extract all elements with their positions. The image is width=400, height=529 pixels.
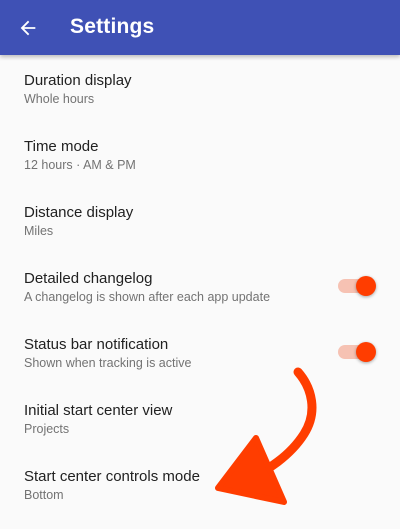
arrow-back-icon xyxy=(20,20,36,36)
setting-distance-display[interactable]: Distance display Miles xyxy=(0,187,400,253)
page-title: Settings xyxy=(70,15,155,38)
setting-duration-display[interactable]: Duration display Whole hours xyxy=(0,55,400,121)
status-bar-notification-switch[interactable] xyxy=(338,341,376,363)
detailed-changelog-switch[interactable] xyxy=(338,275,376,297)
back-button[interactable] xyxy=(8,8,48,48)
setting-title: Status bar notification xyxy=(24,336,169,353)
setting-summary: Bottom xyxy=(24,488,64,502)
setting-summary: 12 hours · AM & PM xyxy=(24,158,136,172)
setting-title: Start center controls mode xyxy=(24,468,200,485)
setting-detailed-changelog[interactable]: Detailed changelog A changelog is shown … xyxy=(0,253,400,319)
setting-summary: Shown when tracking is active xyxy=(24,356,192,370)
setting-summary: A changelog is shown after each app upda… xyxy=(24,290,271,304)
app-bar: Settings xyxy=(0,0,400,55)
setting-title: Detailed changelog xyxy=(24,270,153,287)
setting-time-mode[interactable]: Time mode 12 hours · AM & PM xyxy=(0,121,400,187)
setting-summary: Miles xyxy=(24,224,54,238)
setting-summary: Projects xyxy=(24,422,70,436)
setting-title: Initial start center view xyxy=(24,402,173,419)
setting-title: Time mode xyxy=(24,138,99,155)
setting-summary: Whole hours xyxy=(24,92,95,106)
setting-title: Distance display xyxy=(24,204,134,221)
setting-title: Duration display xyxy=(24,72,132,89)
switch-thumb xyxy=(356,342,376,362)
switch-thumb xyxy=(356,276,376,296)
hand-drawn-arrow-icon xyxy=(215,367,317,505)
